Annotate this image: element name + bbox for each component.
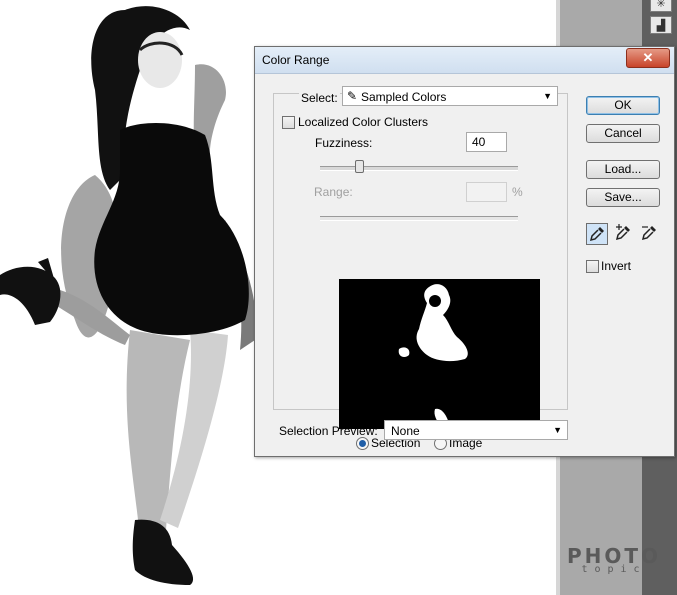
panel-star-icon[interactable]: ✳ — [650, 0, 672, 12]
fuzziness-slider-track[interactable] — [320, 166, 518, 171]
cancel-button[interactable]: Cancel — [586, 124, 660, 143]
eyedropper-add-tool[interactable] — [613, 223, 635, 245]
eyedropper-plus-icon — [615, 224, 630, 241]
select-label: Select: — [299, 91, 340, 105]
dialog-titlebar[interactable]: Color Range ✕ — [255, 47, 674, 74]
histogram-icon[interactable]: ▟ — [650, 16, 672, 34]
eyedropper-icon — [589, 227, 604, 242]
eyedropper-icon: ✎ — [347, 89, 358, 103]
chevron-down-icon: ▼ — [553, 425, 562, 435]
watermark: PHOTO topic — [566, 544, 662, 575]
eyedropper-tool[interactable] — [586, 223, 608, 245]
ok-button[interactable]: OK — [586, 96, 660, 115]
invert-checkbox[interactable] — [586, 260, 599, 273]
selection-preview-image — [339, 279, 540, 429]
eyedropper-minus-icon — [641, 226, 656, 241]
invert-label: Invert — [601, 259, 632, 273]
selection-preview-value: None — [391, 424, 420, 438]
fuzziness-label: Fuzziness: — [315, 136, 373, 150]
color-range-dialog: Color Range ✕ Select: ✎ Sampled Colors ▼… — [254, 46, 675, 457]
range-input — [466, 182, 507, 202]
selection-preview-label: Selection Preview: — [279, 424, 378, 438]
close-icon: ✕ — [642, 50, 654, 65]
eyedropper-subtract-tool[interactable] — [639, 223, 661, 245]
range-slider-track — [320, 216, 518, 221]
range-unit: % — [512, 185, 523, 199]
load-button[interactable]: Load... — [586, 160, 660, 179]
photo-face — [138, 32, 182, 88]
localized-clusters-checkbox[interactable] — [282, 116, 295, 129]
close-button[interactable]: ✕ — [626, 48, 670, 68]
fuzziness-slider-thumb[interactable] — [355, 160, 365, 173]
range-label: Range: — [314, 185, 353, 199]
select-dropdown[interactable]: ✎ Sampled Colors ▼ — [342, 86, 558, 106]
localized-clusters-label: Localized Color Clusters — [298, 115, 429, 129]
fuzziness-input[interactable]: 40 — [466, 132, 507, 152]
selection-radio[interactable] — [356, 437, 369, 450]
options-group: Select: ✎ Sampled Colors ▼ Localized Col… — [273, 86, 568, 450]
chevron-down-icon: ▼ — [543, 91, 552, 101]
select-value: Sampled Colors — [361, 90, 447, 104]
save-button[interactable]: Save... — [586, 188, 660, 207]
selection-preview-dropdown[interactable]: None ▼ — [384, 420, 568, 440]
dialog-title: Color Range — [262, 53, 330, 67]
